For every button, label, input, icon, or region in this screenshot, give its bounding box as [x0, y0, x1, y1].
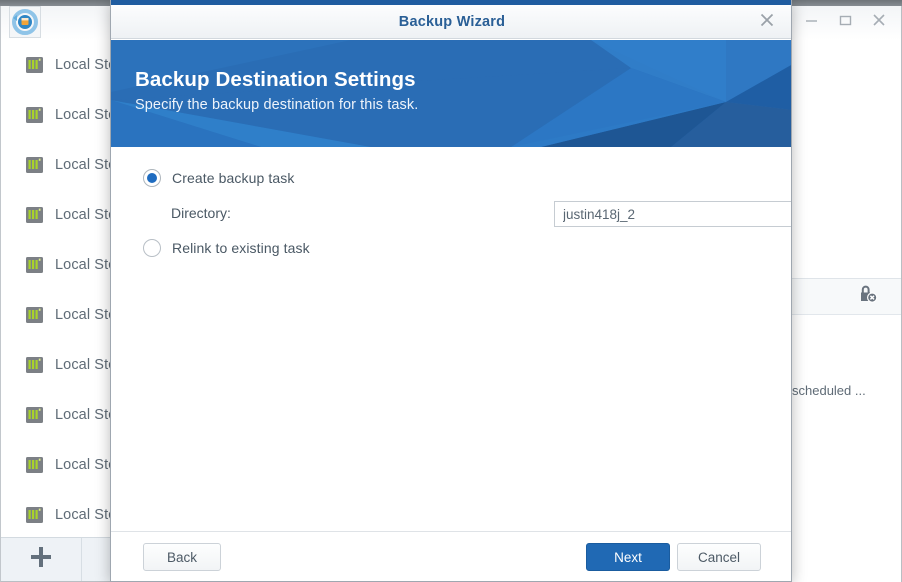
storage-server-icon: [26, 457, 43, 473]
dialog-banner: Backup Destination Settings Specify the …: [111, 40, 791, 147]
next-button[interactable]: Next: [586, 543, 670, 571]
banner-heading: Backup Destination Settings: [135, 68, 416, 91]
sidebar-item-label: Local Sto: [55, 457, 117, 473]
dialog-titlebar[interactable]: Backup Wizard: [111, 5, 791, 39]
radio-button-relink[interactable]: [143, 239, 161, 257]
radio-label-relink: Relink to existing task: [172, 240, 310, 256]
backup-restore-icon: [9, 6, 41, 38]
window-controls: [794, 8, 896, 32]
storage-server-icon: [26, 157, 43, 173]
storage-server-icon: [26, 307, 43, 323]
banner-subheading: Specify the backup destination for this …: [135, 96, 419, 113]
directory-field-row: Directory:: [171, 201, 791, 227]
sidebar-item-label: Local Sto: [55, 207, 117, 223]
dialog-title: Backup Wizard: [398, 13, 506, 30]
task-row[interactable]: scheduled ...: [792, 375, 901, 405]
radio-button-create[interactable]: [143, 169, 161, 187]
storage-server-icon: [26, 357, 43, 373]
cancel-button[interactable]: Cancel: [677, 543, 761, 571]
task-status-text: scheduled ...: [792, 382, 866, 398]
dialog-body: Create backup task Directory: Relink to …: [111, 147, 791, 532]
sidebar-item-label: Local Sto: [55, 57, 117, 73]
sidebar-item-label: Local Sto: [55, 157, 117, 173]
back-button[interactable]: Back: [143, 543, 221, 571]
task-detail-panel: scheduled ...: [792, 278, 901, 582]
directory-label: Directory:: [171, 205, 231, 221]
add-button[interactable]: [1, 538, 83, 581]
task-panel-header: [792, 279, 901, 315]
sidebar-item-label: Local Sto: [55, 107, 117, 123]
maximize-button[interactable]: [828, 8, 862, 32]
banner-text-block: Backup Destination Settings Specify the …: [135, 68, 418, 113]
sidebar-item-label: Local Sto: [55, 357, 117, 373]
sidebar-item-label: Local Sto: [55, 307, 117, 323]
lock-remove-icon[interactable]: [857, 283, 879, 310]
storage-server-icon: [26, 407, 43, 423]
storage-server-icon: [26, 507, 43, 523]
backup-wizard-dialog: Backup Wizard Backup Destination Setting…: [110, 0, 792, 582]
close-button[interactable]: [862, 8, 896, 32]
sidebar-item-label: Local Sto: [55, 407, 117, 423]
storage-server-icon: [26, 107, 43, 123]
directory-input[interactable]: [554, 201, 791, 227]
storage-server-icon: [26, 207, 43, 223]
minimize-button[interactable]: [794, 8, 828, 32]
plus-icon: [28, 544, 54, 575]
storage-server-icon: [26, 57, 43, 73]
radio-option-relink-existing-task[interactable]: Relink to existing task: [143, 239, 310, 257]
sidebar-item-label: Local Sto: [55, 257, 117, 273]
radio-option-create-backup-task[interactable]: Create backup task: [143, 169, 294, 187]
storage-server-icon: [26, 257, 43, 273]
close-icon: [759, 12, 775, 33]
screen: Local Sto Local Sto Local Sto Local Sto: [0, 0, 902, 582]
dialog-footer: Back Next Cancel: [111, 531, 791, 581]
sidebar-item-label: Local Sto: [55, 507, 117, 523]
radio-label-create: Create backup task: [172, 170, 295, 186]
dialog-close-button[interactable]: [747, 5, 787, 39]
